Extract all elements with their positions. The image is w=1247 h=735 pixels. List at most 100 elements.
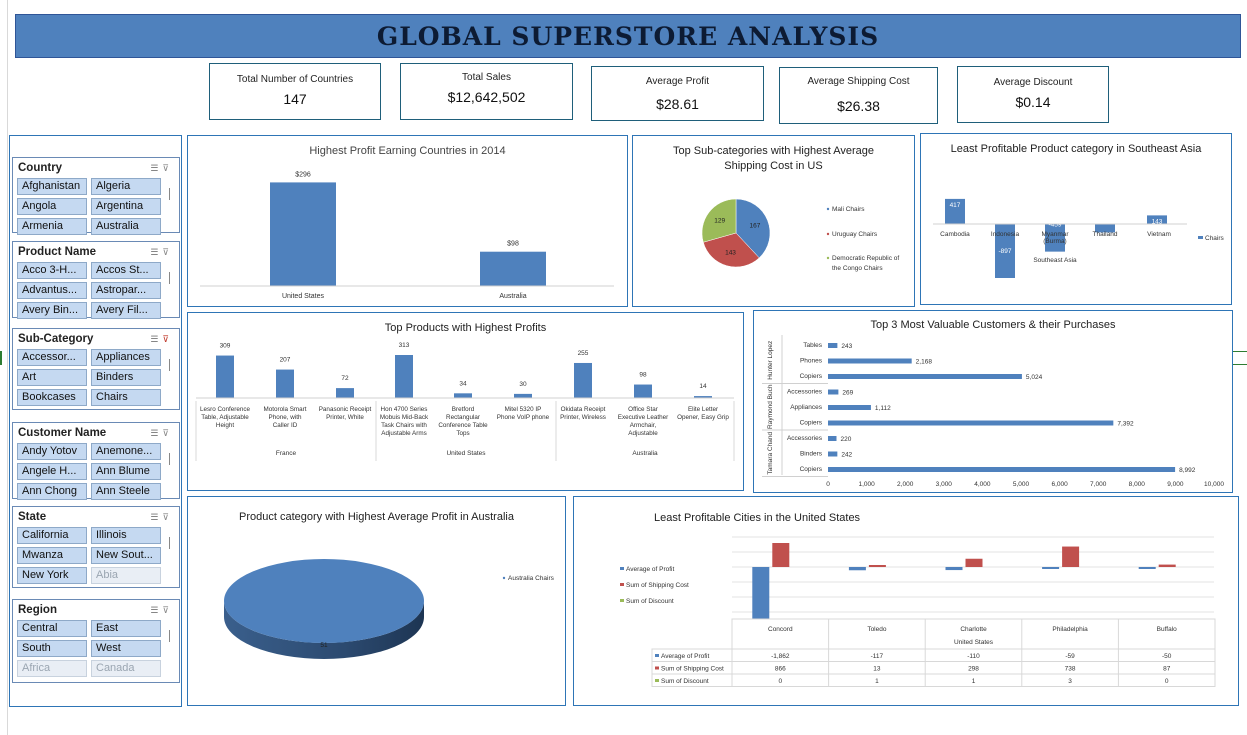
slicer-item[interactable]: Afghanistan bbox=[17, 178, 87, 195]
multi-select-icon[interactable]: ☰ bbox=[150, 163, 162, 173]
clear-filter-icon[interactable]: ⊽ bbox=[162, 163, 173, 173]
dashboard-title: GLOBAL SUPERSTORE ANALYSIS bbox=[376, 21, 880, 51]
kpi-label: Total Number of Countries bbox=[236, 74, 354, 85]
slicer-item[interactable]: East bbox=[91, 620, 161, 637]
slicer-header-icons: ☰⊽ bbox=[150, 605, 173, 616]
slicer-item[interactable]: Avery Fil... bbox=[91, 302, 161, 319]
x-tick-label: 4,000 bbox=[974, 481, 991, 488]
group-label: United States bbox=[954, 639, 994, 646]
bar bbox=[480, 251, 546, 286]
clear-filter-icon[interactable]: ⊽ bbox=[162, 428, 173, 438]
slicer-item[interactable]: Angola bbox=[17, 198, 87, 215]
slicer-item[interactable]: New Sout... bbox=[91, 547, 161, 564]
slicer-item[interactable]: Accessor... bbox=[17, 349, 87, 366]
multi-select-icon[interactable]: ☰ bbox=[150, 605, 162, 615]
bar bbox=[828, 467, 1176, 472]
clear-filter-icon[interactable]: ⊽ bbox=[162, 247, 173, 257]
australia-pie-chart: 51 Australia Chairs bbox=[224, 559, 555, 659]
slicer-scrollbar[interactable] bbox=[169, 537, 170, 549]
data-label: 30 bbox=[519, 381, 527, 388]
slicer-item[interactable]: Anemone... bbox=[91, 443, 161, 460]
slicer-scrollbar[interactable] bbox=[169, 359, 170, 371]
table-row bbox=[651, 648, 1216, 662]
slicer-item[interactable]: Appliances bbox=[91, 349, 161, 366]
table-cell: -110 bbox=[967, 653, 980, 660]
category-label: United States bbox=[282, 293, 325, 300]
bar bbox=[828, 405, 871, 410]
data-label: 98 bbox=[639, 372, 647, 379]
multi-select-icon[interactable]: ☰ bbox=[150, 512, 162, 522]
chart-title: Top 3 Most Valuable Customers & their Pu… bbox=[870, 319, 1116, 331]
category-label: Accessories bbox=[787, 435, 823, 442]
multi-select-icon[interactable]: ☰ bbox=[150, 428, 162, 438]
x-tick-label: 6,000 bbox=[1051, 481, 1068, 488]
slicer-item[interactable]: Binders bbox=[91, 369, 161, 386]
clear-filter-icon[interactable]: ⊽ bbox=[162, 605, 173, 615]
data-label: 417 bbox=[950, 202, 961, 209]
slicer-item[interactable]: Armenia bbox=[17, 218, 87, 235]
slicer-item[interactable]: Chairs bbox=[91, 389, 161, 406]
slicer-item[interactable]: Art bbox=[17, 369, 87, 386]
legend-marker bbox=[620, 567, 624, 570]
group-label: United States bbox=[446, 450, 486, 457]
slicer-item[interactable]: New York bbox=[17, 567, 87, 584]
slicer-item[interactable]: Illinois bbox=[91, 527, 161, 544]
kpi-label: Average Shipping Cost bbox=[807, 76, 910, 87]
slicer-item[interactable]: Abia bbox=[91, 567, 161, 584]
sheet-connector-line bbox=[1233, 351, 1247, 365]
slicer-item[interactable]: Angele H... bbox=[17, 463, 87, 480]
slicer-header-icons: ☰⊽ bbox=[150, 334, 173, 345]
slicer-item[interactable]: Canada bbox=[91, 660, 161, 677]
data-label: 242 bbox=[841, 452, 852, 459]
slicer-item[interactable]: Astropar... bbox=[91, 282, 161, 299]
slicer-item[interactable]: California bbox=[17, 527, 87, 544]
least-cities-chart: Average of Profit Sum of Shipping Cost Sum… bbox=[620, 536, 1216, 687]
kpi-value: $26.38 bbox=[837, 98, 880, 114]
legend-label: Australia Chairs bbox=[508, 575, 555, 582]
slicer-item[interactable]: Ann Steele bbox=[91, 483, 161, 500]
data-label: 220 bbox=[840, 436, 851, 443]
category-label: Copiers bbox=[800, 420, 823, 427]
data-label: $98 bbox=[507, 241, 519, 248]
slicer-scrollbar[interactable] bbox=[169, 272, 170, 284]
slicer-item[interactable]: West bbox=[91, 640, 161, 657]
slice-label: 129 bbox=[714, 218, 725, 225]
slicer-item[interactable]: Andy Yotov bbox=[17, 443, 87, 460]
slicer-item[interactable]: Accos St... bbox=[91, 262, 161, 279]
multi-select-icon[interactable]: ☰ bbox=[150, 334, 162, 344]
slicer-scrollbar[interactable] bbox=[169, 453, 170, 465]
table-cell: -50 bbox=[1162, 653, 1172, 660]
slicer-item[interactable]: Advantus... bbox=[17, 282, 87, 299]
slicer-item[interactable]: Australia bbox=[91, 218, 161, 235]
slicer-item[interactable]: Bookcases bbox=[17, 389, 87, 406]
clear-filter-icon[interactable]: ⊽ bbox=[162, 512, 173, 522]
dashboard-title-bar: GLOBAL SUPERSTORE ANALYSIS bbox=[15, 14, 1241, 58]
chart-title: Least Profitable Cities in the United St… bbox=[654, 512, 861, 524]
slice-label: 167 bbox=[750, 223, 761, 230]
sheet-gridline bbox=[7, 0, 8, 735]
bar bbox=[828, 343, 838, 348]
bar-profit bbox=[945, 567, 963, 571]
data-label: 313 bbox=[399, 342, 410, 349]
slicer-scrollbar[interactable] bbox=[169, 630, 170, 642]
clear-filter-icon[interactable]: ⊽ bbox=[162, 334, 173, 344]
slicer-item[interactable]: Acco 3-H... bbox=[17, 262, 87, 279]
bar bbox=[634, 384, 652, 398]
slicer-item[interactable]: Ann Chong bbox=[17, 483, 87, 500]
slicer-item[interactable]: Ann Blume bbox=[91, 463, 161, 480]
category-label: Hon 4700 Series Mobuis Mid-Back Task Chair… bbox=[380, 406, 429, 437]
slicer-item[interactable]: Africa bbox=[17, 660, 87, 677]
multi-select-icon[interactable]: ☰ bbox=[150, 247, 162, 257]
data-label: 2,168 bbox=[916, 359, 933, 366]
slicer-item[interactable]: Algeria bbox=[91, 178, 161, 195]
slicer-item[interactable]: Mwanza bbox=[17, 547, 87, 564]
slicer-scrollbar[interactable] bbox=[169, 188, 170, 200]
kpi-average-discount: Average Discount $0.14 bbox=[957, 66, 1109, 123]
slicer-item[interactable]: Argentina bbox=[91, 198, 161, 215]
slicer-item[interactable]: Avery Bin... bbox=[17, 302, 87, 319]
slicer-item[interactable]: Central bbox=[17, 620, 87, 637]
bar bbox=[828, 451, 838, 457]
data-label: 34 bbox=[459, 380, 467, 387]
category-label: Accessories bbox=[787, 389, 823, 396]
slicer-item[interactable]: South bbox=[17, 640, 87, 657]
